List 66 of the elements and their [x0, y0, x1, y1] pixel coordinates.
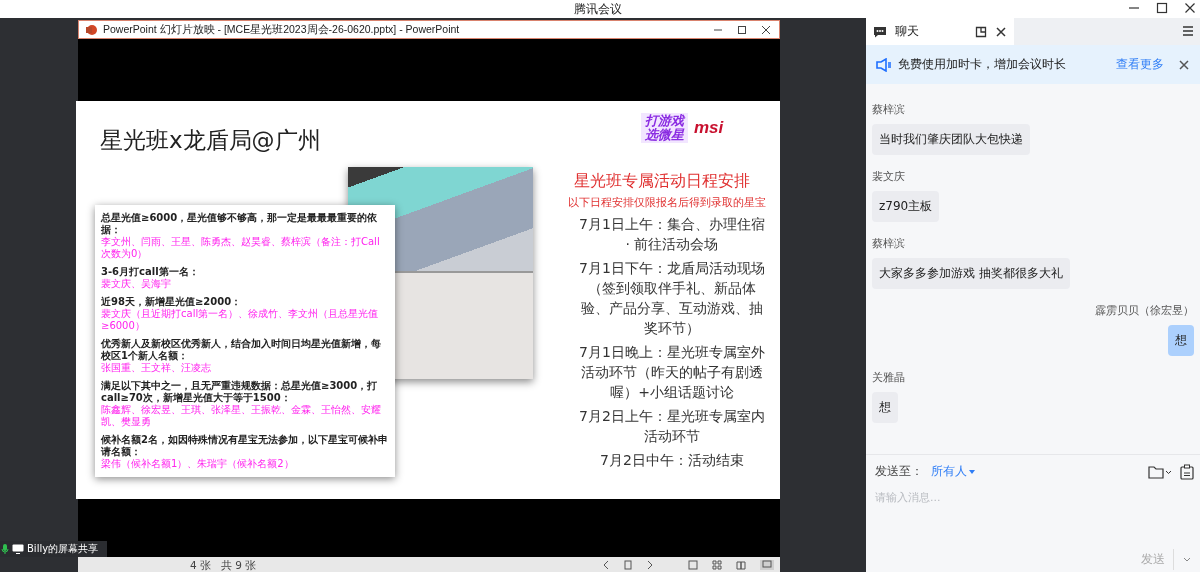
- schedule-item: 7月1日晚上：星光班专属室外活动环节（昨天的帖子有剧透喔）+小组话题讨论: [578, 343, 766, 402]
- folder-icon[interactable]: [1148, 464, 1172, 479]
- schedule-item: 7月2日上午：星光班专属室内活动环节: [578, 407, 766, 446]
- message-bubble: 想: [1168, 325, 1194, 356]
- criteria-text: 满足以下其中之一，且无严重违规数据：总星光值≥3000，打call≥70次，新增星光值大于等于1500：: [101, 380, 379, 404]
- sender-name: 霹雳贝贝（徐宏昱）: [1095, 303, 1194, 318]
- app-title: 腾讯会议: [574, 0, 622, 18]
- slide-counter: 4 张: [190, 557, 212, 572]
- schedule-item: 7月1日下午：龙盾局活动现场（签到领取伴手礼、新品体验、产品分享、互动游戏、抽奖环节）: [578, 259, 766, 338]
- window-title: PowerPoint 幻灯片放映 - [MCE星光班2023周会-26-0620.pptx] - PowerPoint: [103, 22, 460, 37]
- slide-icon[interactable]: [624, 559, 632, 570]
- presentation-app-icon: [85, 23, 97, 36]
- send-to-label: 发送至：: [875, 463, 923, 480]
- slide-counter: 共 9 张: [221, 557, 257, 572]
- message-bubble: z790主板: [872, 191, 940, 222]
- logo-text: 打游戏 选微星: [641, 113, 688, 143]
- see-more-link[interactable]: 查看更多: [1116, 56, 1164, 73]
- names-text: 裴文庆（且近期打call第一名）、徐成竹、李文州（且总星光值≥6000）: [101, 308, 380, 332]
- slide-title: 星光班x龙盾局@广州: [100, 126, 321, 155]
- close-icon[interactable]: [761, 24, 771, 35]
- chat-tab[interactable]: 聊天: [866, 18, 1014, 45]
- banner-text: 免费使用加时卡，增加会议时长: [898, 56, 1066, 73]
- maximize-icon[interactable]: [737, 24, 747, 35]
- sender-name: 关雅晶: [872, 370, 905, 385]
- screen-icon: [12, 544, 24, 554]
- message-bubble: 当时我们肇庆团队大包快递: [872, 124, 1030, 155]
- schedule-item: 7月2日中午：活动结束: [599, 451, 745, 470]
- schedule-item: 7月1日上午：集合、办理住宿 · 前往活动会场: [578, 215, 766, 254]
- names-text: 张国重、王文祥、汪凌志: [101, 362, 212, 374]
- menu-icon[interactable]: [1182, 25, 1194, 37]
- reading-view-icon[interactable]: [736, 559, 746, 570]
- share-label: Billy的屏幕共享: [27, 542, 99, 556]
- grid-view-icon[interactable]: [712, 559, 722, 570]
- names-text: 裴文庆、吴海宇: [101, 278, 172, 290]
- microphone-icon[interactable]: [1, 543, 9, 555]
- close-icon[interactable]: [995, 25, 1007, 38]
- chevron-right-icon[interactable]: [646, 559, 654, 570]
- slideshow-icon[interactable]: [760, 559, 774, 570]
- recipient-dropdown[interactable]: 所有人: [931, 463, 975, 480]
- criteria-text: 优秀新人及新校区优秀新人，结合加入时间日均星光值新增，每校区1个新人名额：: [101, 338, 382, 362]
- chevron-left-icon[interactable]: [602, 559, 610, 570]
- normal-view-icon[interactable]: [688, 559, 698, 570]
- close-icon[interactable]: [1178, 58, 1190, 71]
- sender-name: 蔡梓滨: [872, 236, 905, 251]
- schedule-heading: 星光班专属活动日程安排: [574, 171, 750, 192]
- schedule-subtitle: 以下日程安排仅限报名后得到录取的星宝: [568, 195, 766, 210]
- names-text: 李文州、闫雨、王星、陈勇杰、赵昊睿、蔡梓滨（备注：打Call次数为0）: [101, 236, 381, 260]
- names-text: 梁伟（候补名额1）、朱瑞宇（候补名额2）: [101, 458, 295, 470]
- names-text: 陈鑫辉、徐宏昱、王琪、张泽星、王振乾、金霖、王怡然、安耀凯、樊显勇: [101, 404, 382, 428]
- sender-name: 裴文庆: [872, 169, 905, 184]
- caret-icon[interactable]: [1182, 555, 1192, 564]
- pop-out-icon[interactable]: [975, 25, 987, 38]
- close-icon[interactable]: [1184, 2, 1196, 14]
- maximize-icon[interactable]: [1156, 2, 1168, 14]
- criteria-text: 3-6月打call第一名：: [101, 266, 200, 278]
- criteria-text: 近98天，新增星光值≥2000：: [101, 296, 243, 308]
- criteria-text: 候补名额2名，如因特殊情况有星宝无法参加，以下星宝可候补申请名额：: [101, 434, 389, 458]
- sender-name: 蔡梓滨: [872, 102, 905, 117]
- speaker-icon: [876, 57, 892, 72]
- chat-bubble-icon: [873, 25, 887, 38]
- criteria-text: 总星光值≥6000，星光值够不够高，那一定是最最最重要的依据：: [101, 212, 379, 236]
- message-bubble: 想: [872, 392, 898, 423]
- brand-logo-text: msi: [694, 118, 724, 138]
- message-bubble: 大家多多参加游戏 抽奖都很多大礼: [872, 258, 1070, 289]
- chat-tab-label: 聊天: [895, 23, 919, 40]
- clipboard-icon[interactable]: [1180, 463, 1194, 480]
